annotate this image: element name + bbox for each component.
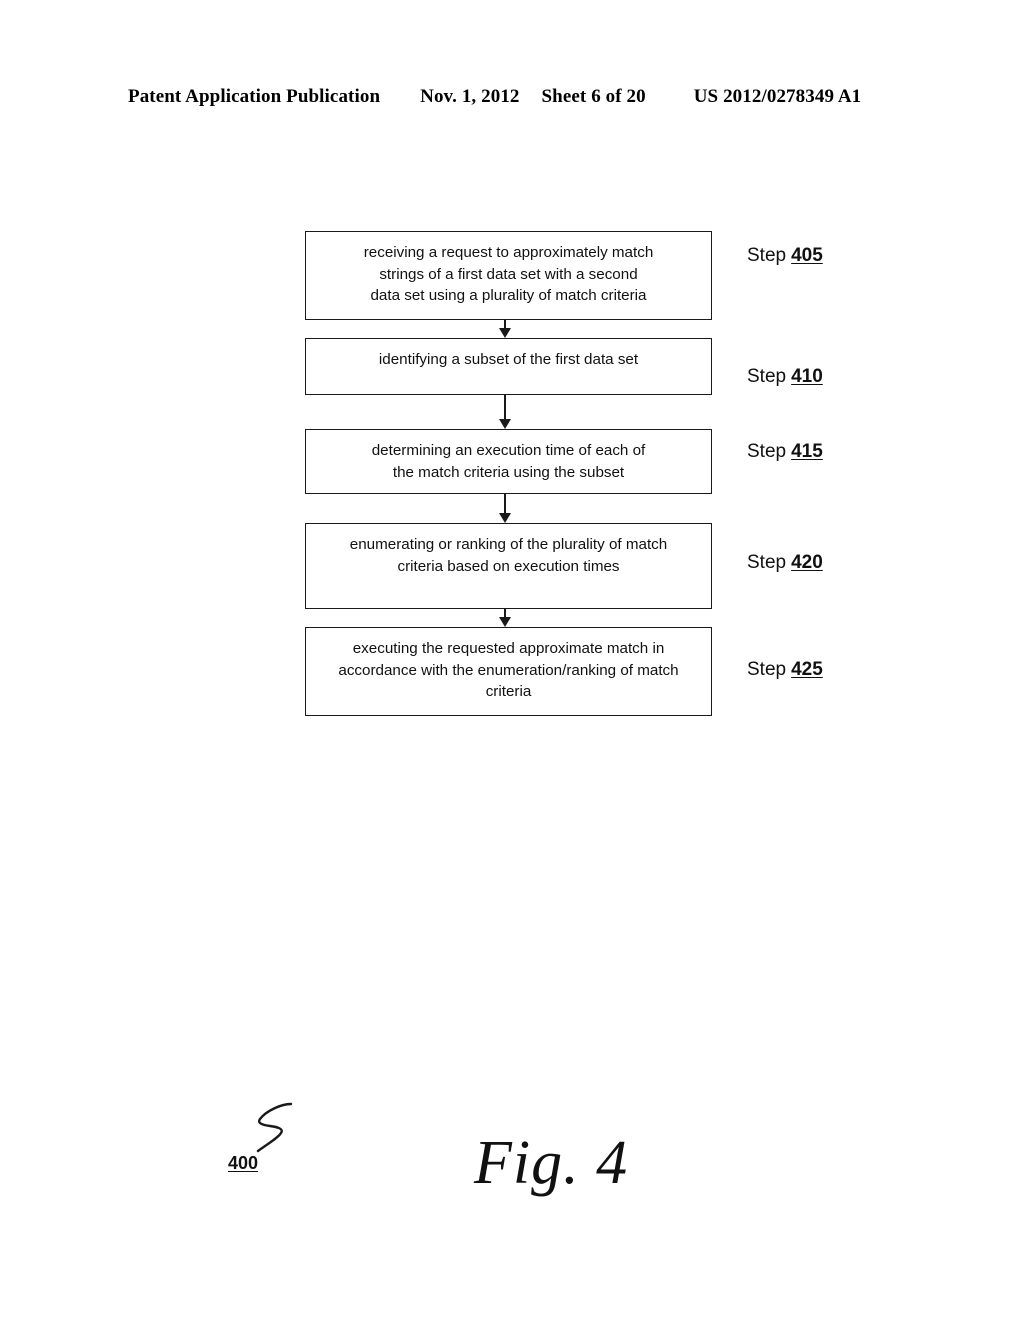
squiggle-leader-icon [256, 1102, 293, 1153]
figure-reference-number: 400 [228, 1153, 259, 1173]
step-label-415: Step 415 [747, 441, 823, 463]
flowchart-box-425: executing the requested approximate matc… [305, 627, 712, 716]
flowchart-box-405-text: receiving a request to approximately mat… [363, 244, 654, 305]
flowchart-box-415: determining an execution time of each of… [305, 429, 712, 494]
step-label-410: Step 410 [747, 366, 823, 388]
flowchart-box-405: receiving a request to approximately mat… [305, 231, 712, 320]
step-word-425: Step [747, 659, 787, 680]
flowchart-box-425-text: executing the requested approximate matc… [338, 640, 679, 701]
step-word-415: Step [747, 441, 787, 462]
flowchart-box-420: enumerating or ranking of the plurality … [305, 523, 712, 609]
flowchart-box-410: identifying a subset of the first data s… [305, 338, 712, 395]
down-arrow-icon-410-to-415 [499, 395, 511, 429]
flowchart-box-410-text: identifying a subset of the first data s… [378, 351, 639, 368]
step-label-425: Step 425 [747, 659, 823, 681]
step-number-405: 405 [791, 245, 823, 266]
flowchart-box-415-text: determining an execution time of each of… [371, 442, 646, 481]
down-arrow-icon-405-to-410 [499, 320, 511, 338]
step-word-405: Step [747, 245, 787, 266]
figure-caption: Fig. 4 [474, 1129, 629, 1197]
step-number-425: 425 [791, 659, 823, 680]
step-number-410: 410 [791, 366, 823, 387]
step-word-410: Step [747, 366, 787, 387]
step-number-420: 420 [791, 552, 823, 573]
step-number-415: 415 [791, 441, 823, 462]
step-label-405: Step 405 [747, 245, 823, 267]
flowchart-diagram: receiving a request to approximately mat… [0, 0, 1024, 1320]
down-arrow-icon-415-to-420 [499, 494, 511, 523]
step-label-420: Step 420 [747, 552, 823, 574]
step-word-420: Step [747, 552, 787, 573]
flowchart-box-420-text: enumerating or ranking of the plurality … [349, 536, 668, 575]
down-arrow-icon-420-to-425 [499, 609, 511, 627]
